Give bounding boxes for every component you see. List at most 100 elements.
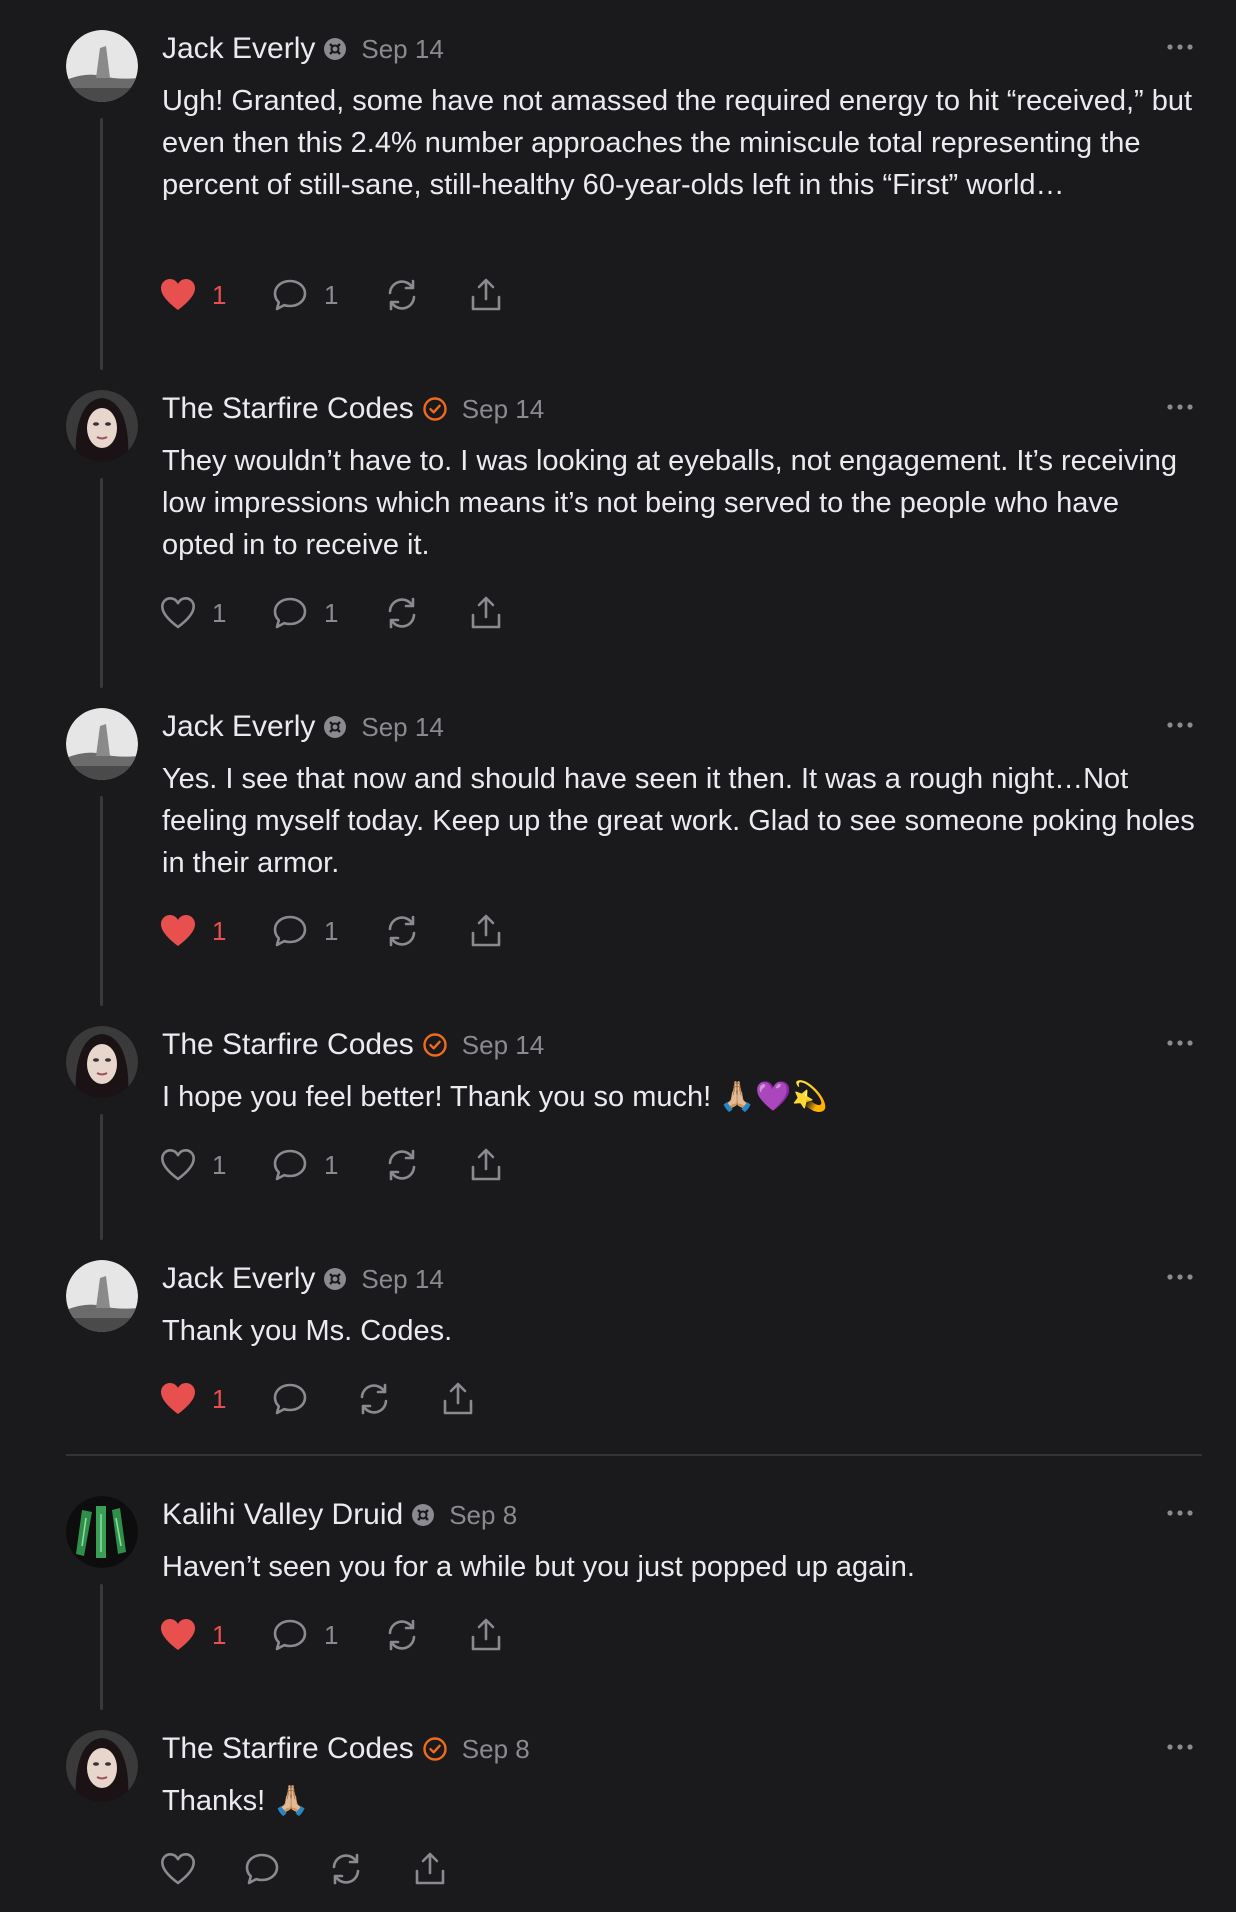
like-count: 1 [212,1619,227,1650]
comment-actions: 1 1 [160,911,528,951]
comment-bubble-icon [273,1619,307,1651]
share-button[interactable] [468,275,528,315]
more-options-icon[interactable] [1164,1266,1196,1288]
author-name[interactable]: Jack Everly [162,1262,315,1296]
restack-button[interactable] [384,1145,468,1185]
comment-header: Jack Everly Sep 14 [162,710,444,744]
like-button[interactable] [160,1849,244,1889]
restack-button[interactable] [384,1615,468,1655]
reply-count: 1 [324,279,339,310]
like-button[interactable]: 1 [160,911,272,951]
restack-button[interactable] [356,1379,440,1419]
avatar[interactable] [66,708,138,780]
comment-text: I hope you feel better! Thank you so muc… [162,1081,828,1113]
author-name[interactable]: Kalihi Valley Druid [162,1498,403,1532]
comment-text: Ugh! Granted, some have not amassed the … [162,85,1193,201]
avatar[interactable] [66,1026,138,1098]
share-button[interactable] [468,1615,528,1655]
reply-button[interactable]: 1 [272,911,384,951]
share-icon [415,1852,445,1885]
like-button[interactable]: 1 [160,593,272,633]
restack-button[interactable] [384,593,468,633]
like-count: 1 [212,279,227,310]
comment-date[interactable]: Sep 14 [361,1264,443,1295]
comment-actions: 1 1 [160,1145,528,1185]
share-button[interactable] [412,1849,472,1889]
like-button[interactable]: 1 [160,1615,272,1655]
reply-button[interactable]: 1 [272,1145,384,1185]
author-name[interactable]: The Starfire Codes [162,392,414,426]
comment-bubble-icon [273,597,307,629]
reply-count: 1 [324,597,339,628]
subscriber-icon [411,1503,435,1527]
reply-button[interactable]: 1 [272,275,384,315]
reply-button[interactable] [272,1379,356,1419]
share-button[interactable] [468,911,528,951]
like-button[interactable]: 1 [160,275,272,315]
comment-date[interactable]: Sep 14 [361,34,443,65]
restack-button[interactable] [328,1849,412,1889]
restack-button[interactable] [384,275,468,315]
subscriber-icon [323,715,347,739]
author-name[interactable]: The Starfire Codes [162,1028,414,1062]
heart-filled-icon [161,1619,195,1650]
restack-button[interactable] [384,911,468,951]
comment-bubble-icon [245,1853,279,1885]
thread-line [100,1114,103,1240]
like-button[interactable]: 1 [160,1379,272,1419]
share-button[interactable] [440,1379,500,1419]
comment-date[interactable]: Sep 8 [449,1500,517,1531]
share-button[interactable] [468,1145,528,1185]
more-options-icon[interactable] [1164,714,1196,736]
thread-line [100,1584,103,1710]
reply-count: 1 [324,1149,339,1180]
more-options-icon[interactable] [1164,1032,1196,1054]
comment-actions: 1 1 [160,1615,528,1655]
avatar[interactable] [66,1260,138,1332]
comment-date[interactable]: Sep 8 [462,1734,530,1765]
thread-divider [66,1454,1202,1456]
comment-actions: 1 1 [160,275,528,315]
avatar[interactable] [66,1730,138,1802]
comment-bubble-icon [273,279,307,311]
comment-date[interactable]: Sep 14 [462,394,544,425]
reply-button[interactable]: 1 [272,593,384,633]
heart-filled-icon [161,1383,195,1414]
comment: Jack Everly Sep 14 Yes. I see that now a… [0,678,1236,1006]
author-name[interactable]: The Starfire Codes [162,1732,414,1766]
author-name[interactable]: Jack Everly [162,710,315,744]
comment-text: Thank you Ms. Codes. [162,1315,453,1347]
more-options-icon[interactable] [1164,396,1196,418]
comment-header: The Starfire Codes Sep 14 [162,1028,544,1062]
comment-date[interactable]: Sep 14 [361,712,443,743]
more-options-icon[interactable] [1164,36,1196,58]
comment-text: Yes. I see that now and should have seen… [162,763,1195,879]
avatar[interactable] [66,390,138,462]
reply-button[interactable] [244,1849,328,1889]
heart-outline-icon [161,1149,195,1181]
comment-date[interactable]: Sep 14 [462,1030,544,1061]
more-options-icon[interactable] [1164,1736,1196,1758]
author-name[interactable]: Jack Everly [162,32,315,66]
comment-header: The Starfire Codes Sep 14 [162,392,544,426]
avatar[interactable] [66,1496,138,1568]
comment: Jack Everly Sep 14 Thank you Ms. Codes. … [0,1230,1236,1450]
share-icon [471,1618,501,1651]
share-icon [471,596,501,629]
comment-header: Kalihi Valley Druid Sep 8 [162,1498,517,1532]
comment-bubble-icon [273,1383,307,1415]
share-button[interactable] [468,593,528,633]
comment-text: Haven’t seen you for a while but you jus… [162,1551,915,1583]
heart-outline-icon [161,1853,195,1885]
avatar[interactable] [66,30,138,102]
restack-icon [388,1619,416,1651]
share-icon [471,278,501,311]
reply-button[interactable]: 1 [272,1615,384,1655]
comment: The Starfire Codes Sep 14 They wouldn’t … [0,360,1236,688]
like-count: 1 [212,915,227,946]
thread-line [100,796,103,1006]
like-button[interactable]: 1 [160,1145,272,1185]
more-options-icon[interactable] [1164,1502,1196,1524]
comment: Jack Everly Sep 14 Ugh! Granted, some ha… [0,0,1236,370]
heart-filled-icon [161,279,195,310]
